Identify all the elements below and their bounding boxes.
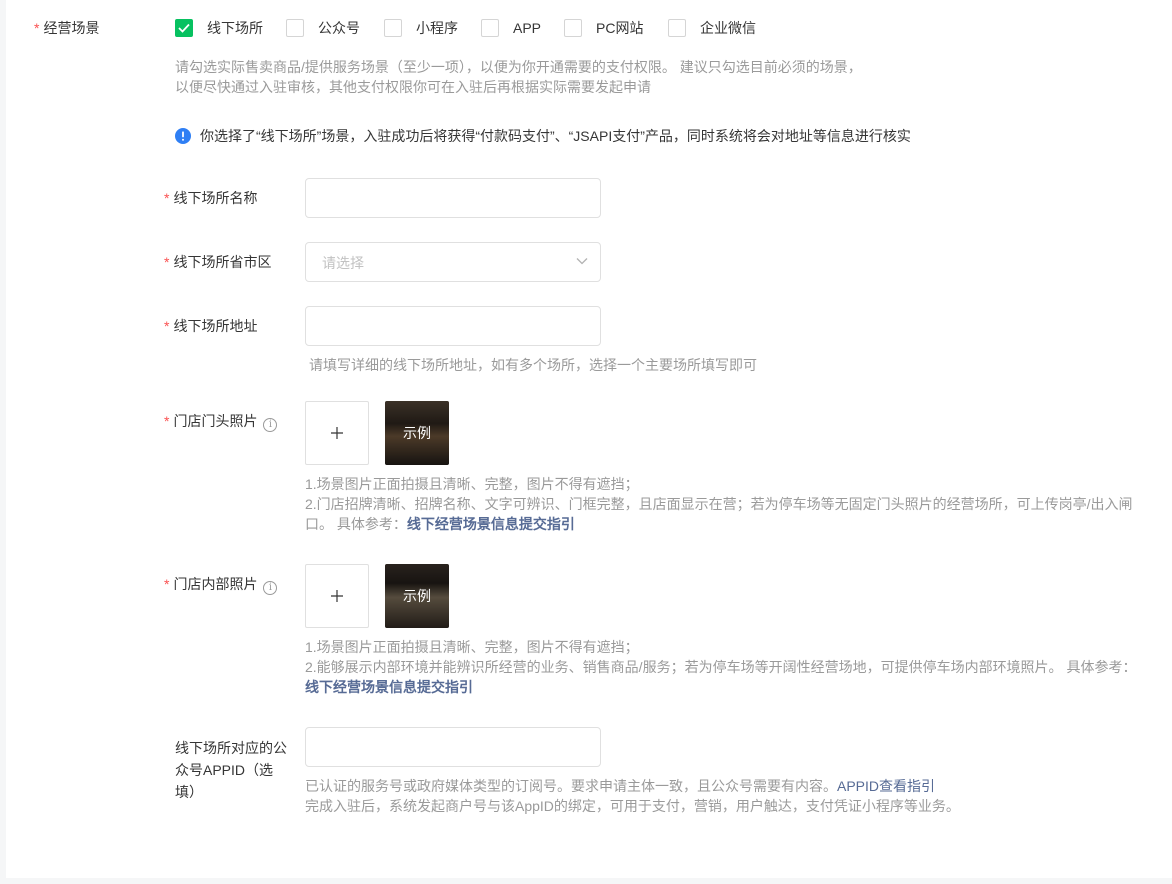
info-icon (175, 128, 191, 144)
interior-upload-button[interactable] (305, 564, 369, 628)
checkbox[interactable] (668, 19, 686, 37)
venue-region-label: * 线下场所省市区 (164, 254, 272, 270)
storefront-upload-button[interactable] (305, 401, 369, 465)
select-placeholder: 请选择 (322, 255, 364, 271)
form-card: * 经营场景 线下场所 公众号 小程序 APP PC网站 企业微信 请勾选实际售卖… (6, 0, 1172, 878)
scenes-label: * 经营场景 (34, 20, 100, 36)
scene-option-offline[interactable]: 线下场所 (175, 18, 263, 38)
interior-example-image[interactable]: 示例 (385, 564, 449, 628)
storefront-photo-label: * 门店门头照片 i (164, 411, 278, 432)
appid-input[interactable] (305, 727, 601, 767)
venue-address-label: * 线下场所地址 (164, 318, 258, 334)
scene-option-app[interactable]: APP (481, 18, 541, 38)
checkbox[interactable] (384, 19, 402, 37)
checkbox-checked[interactable] (175, 19, 193, 37)
scene-option-mini-program[interactable]: 小程序 (384, 18, 458, 38)
venue-address-input[interactable] (305, 306, 601, 346)
scenes-hint: 请勾选实际售卖商品/提供服务场景（至少一项），以便为你开通需要的支付权限。 建议… (175, 59, 862, 95)
appid-hint: 已认证的服务号或政府媒体类型的订阅号。要求申请主体一致，且公众号需要有内容。AP… (305, 778, 960, 814)
venue-name-label: * 线下场所名称 (164, 190, 258, 206)
checkbox[interactable] (564, 19, 582, 37)
scene-option-pc-website[interactable]: PC网站 (564, 18, 643, 38)
checkbox[interactable] (481, 19, 499, 37)
storefront-example-image[interactable]: 示例 (385, 401, 449, 465)
chevron-down-icon (576, 258, 588, 265)
storefront-guide-link[interactable]: 线下经营场景信息提交指引 (407, 516, 575, 532)
interior-guide-link[interactable]: 线下经营场景信息提交指引 (305, 679, 473, 695)
plus-icon (331, 590, 343, 602)
scene-option-wecom[interactable]: 企业微信 (668, 18, 756, 38)
plus-icon (331, 427, 343, 439)
checkbox[interactable] (286, 19, 304, 37)
interior-photo-hint: 1.场景图片正面拍摄且清晰、完整，图片不得有遮挡； 2.能够展示内部环境并能辨识… (305, 639, 1137, 695)
scene-option-official-account[interactable]: 公众号 (286, 18, 360, 38)
venue-name-input[interactable] (305, 178, 601, 218)
help-icon[interactable]: i (263, 581, 278, 595)
scene-notice: 你选择了“线下场所”场景，入驻成功后将获得“付款码支付”、“JSAPI支付”产品… (175, 126, 911, 146)
venue-address-hint: 请填写详细的线下场所地址，如有多个场所，选择一个主要场所填写即可 (309, 357, 757, 373)
check-icon (178, 23, 190, 33)
venue-region-select[interactable]: 请选择 (305, 242, 601, 282)
interior-photo-label: * 门店内部照片 i (164, 574, 278, 595)
appid-guide-link[interactable]: APPID查看指引 (837, 778, 935, 794)
appid-label: 线下场所对应的公 众号APPID（选 填） (175, 740, 287, 800)
storefront-photo-hint: 1.场景图片正面拍摄且清晰、完整，图片不得有遮挡； 2.门店招牌清晰、招牌名称、… (305, 476, 1133, 532)
help-icon[interactable]: i (263, 418, 278, 432)
